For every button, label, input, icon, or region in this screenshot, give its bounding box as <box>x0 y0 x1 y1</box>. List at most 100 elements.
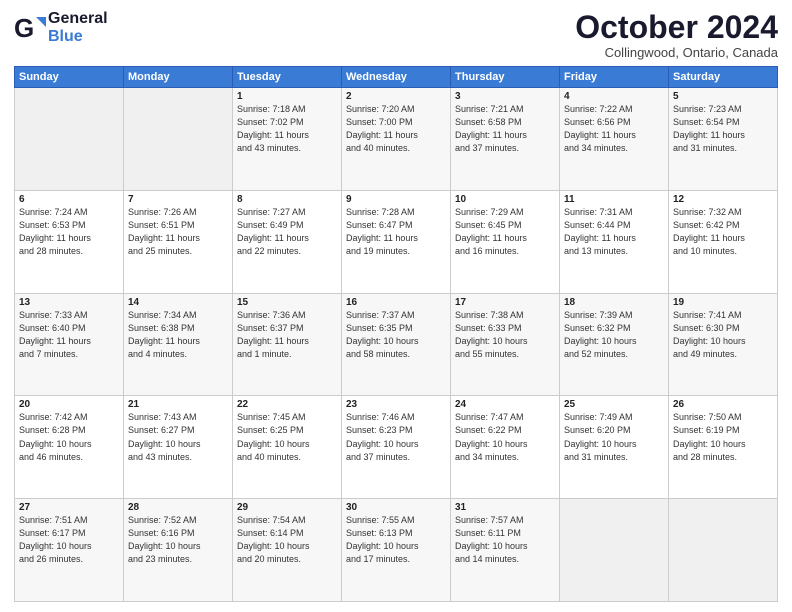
table-row: 2Sunrise: 7:20 AM Sunset: 7:00 PM Daylig… <box>342 88 451 191</box>
table-row: 24Sunrise: 7:47 AM Sunset: 6:22 PM Dayli… <box>451 396 560 499</box>
day-info: Sunrise: 7:39 AM Sunset: 6:32 PM Dayligh… <box>564 309 664 361</box>
day-number: 2 <box>346 91 446 102</box>
table-row: 8Sunrise: 7:27 AM Sunset: 6:49 PM Daylig… <box>233 190 342 293</box>
day-info: Sunrise: 7:28 AM Sunset: 6:47 PM Dayligh… <box>346 206 446 258</box>
col-saturday: Saturday <box>669 67 778 88</box>
title-block: October 2024 Collingwood, Ontario, Canad… <box>575 10 778 60</box>
day-info: Sunrise: 7:52 AM Sunset: 6:16 PM Dayligh… <box>128 514 228 566</box>
day-info: Sunrise: 7:41 AM Sunset: 6:30 PM Dayligh… <box>673 309 773 361</box>
table-row: 31Sunrise: 7:57 AM Sunset: 6:11 PM Dayli… <box>451 499 560 602</box>
day-number: 11 <box>564 194 664 205</box>
day-info: Sunrise: 7:18 AM Sunset: 7:02 PM Dayligh… <box>237 103 337 155</box>
day-number: 16 <box>346 297 446 308</box>
table-row: 23Sunrise: 7:46 AM Sunset: 6:23 PM Dayli… <box>342 396 451 499</box>
day-number: 21 <box>128 399 228 410</box>
day-info: Sunrise: 7:32 AM Sunset: 6:42 PM Dayligh… <box>673 206 773 258</box>
calendar-week-3: 13Sunrise: 7:33 AM Sunset: 6:40 PM Dayli… <box>15 293 778 396</box>
table-row: 17Sunrise: 7:38 AM Sunset: 6:33 PM Dayli… <box>451 293 560 396</box>
day-number: 22 <box>237 399 337 410</box>
day-info: Sunrise: 7:34 AM Sunset: 6:38 PM Dayligh… <box>128 309 228 361</box>
day-info: Sunrise: 7:47 AM Sunset: 6:22 PM Dayligh… <box>455 411 555 463</box>
month-title: October 2024 <box>575 10 778 45</box>
table-row: 11Sunrise: 7:31 AM Sunset: 6:44 PM Dayli… <box>560 190 669 293</box>
day-number: 5 <box>673 91 773 102</box>
table-row: 5Sunrise: 7:23 AM Sunset: 6:54 PM Daylig… <box>669 88 778 191</box>
day-number: 20 <box>19 399 119 410</box>
logo: G General Blue <box>14 10 108 45</box>
day-number: 17 <box>455 297 555 308</box>
table-row: 18Sunrise: 7:39 AM Sunset: 6:32 PM Dayli… <box>560 293 669 396</box>
table-row <box>15 88 124 191</box>
col-friday: Friday <box>560 67 669 88</box>
table-row: 19Sunrise: 7:41 AM Sunset: 6:30 PM Dayli… <box>669 293 778 396</box>
col-wednesday: Wednesday <box>342 67 451 88</box>
table-row: 26Sunrise: 7:50 AM Sunset: 6:19 PM Dayli… <box>669 396 778 499</box>
day-number: 18 <box>564 297 664 308</box>
day-number: 1 <box>237 91 337 102</box>
day-info: Sunrise: 7:23 AM Sunset: 6:54 PM Dayligh… <box>673 103 773 155</box>
calendar-week-1: 1Sunrise: 7:18 AM Sunset: 7:02 PM Daylig… <box>15 88 778 191</box>
day-info: Sunrise: 7:51 AM Sunset: 6:17 PM Dayligh… <box>19 514 119 566</box>
table-row: 4Sunrise: 7:22 AM Sunset: 6:56 PM Daylig… <box>560 88 669 191</box>
table-row: 13Sunrise: 7:33 AM Sunset: 6:40 PM Dayli… <box>15 293 124 396</box>
day-info: Sunrise: 7:43 AM Sunset: 6:27 PM Dayligh… <box>128 411 228 463</box>
page: G General Blue October 2024 Collingwood,… <box>0 0 792 612</box>
table-row: 21Sunrise: 7:43 AM Sunset: 6:27 PM Dayli… <box>124 396 233 499</box>
day-number: 13 <box>19 297 119 308</box>
table-row: 7Sunrise: 7:26 AM Sunset: 6:51 PM Daylig… <box>124 190 233 293</box>
table-row: 28Sunrise: 7:52 AM Sunset: 6:16 PM Dayli… <box>124 499 233 602</box>
table-row <box>560 499 669 602</box>
day-info: Sunrise: 7:50 AM Sunset: 6:19 PM Dayligh… <box>673 411 773 463</box>
table-row: 29Sunrise: 7:54 AM Sunset: 6:14 PM Dayli… <box>233 499 342 602</box>
col-sunday: Sunday <box>15 67 124 88</box>
day-number: 31 <box>455 502 555 513</box>
table-row: 12Sunrise: 7:32 AM Sunset: 6:42 PM Dayli… <box>669 190 778 293</box>
day-number: 14 <box>128 297 228 308</box>
calendar-week-5: 27Sunrise: 7:51 AM Sunset: 6:17 PM Dayli… <box>15 499 778 602</box>
day-number: 23 <box>346 399 446 410</box>
day-number: 28 <box>128 502 228 513</box>
day-number: 8 <box>237 194 337 205</box>
table-row: 16Sunrise: 7:37 AM Sunset: 6:35 PM Dayli… <box>342 293 451 396</box>
day-info: Sunrise: 7:45 AM Sunset: 6:25 PM Dayligh… <box>237 411 337 463</box>
header: G General Blue October 2024 Collingwood,… <box>14 10 778 60</box>
day-info: Sunrise: 7:26 AM Sunset: 6:51 PM Dayligh… <box>128 206 228 258</box>
day-info: Sunrise: 7:42 AM Sunset: 6:28 PM Dayligh… <box>19 411 119 463</box>
svg-text:G: G <box>14 13 34 43</box>
day-info: Sunrise: 7:24 AM Sunset: 6:53 PM Dayligh… <box>19 206 119 258</box>
table-row: 27Sunrise: 7:51 AM Sunset: 6:17 PM Dayli… <box>15 499 124 602</box>
day-info: Sunrise: 7:49 AM Sunset: 6:20 PM Dayligh… <box>564 411 664 463</box>
col-tuesday: Tuesday <box>233 67 342 88</box>
day-number: 3 <box>455 91 555 102</box>
day-info: Sunrise: 7:36 AM Sunset: 6:37 PM Dayligh… <box>237 309 337 361</box>
day-number: 15 <box>237 297 337 308</box>
day-info: Sunrise: 7:27 AM Sunset: 6:49 PM Dayligh… <box>237 206 337 258</box>
day-number: 4 <box>564 91 664 102</box>
table-row: 1Sunrise: 7:18 AM Sunset: 7:02 PM Daylig… <box>233 88 342 191</box>
table-row: 9Sunrise: 7:28 AM Sunset: 6:47 PM Daylig… <box>342 190 451 293</box>
day-number: 7 <box>128 194 228 205</box>
day-info: Sunrise: 7:31 AM Sunset: 6:44 PM Dayligh… <box>564 206 664 258</box>
subtitle: Collingwood, Ontario, Canada <box>575 45 778 60</box>
calendar-week-4: 20Sunrise: 7:42 AM Sunset: 6:28 PM Dayli… <box>15 396 778 499</box>
table-row: 10Sunrise: 7:29 AM Sunset: 6:45 PM Dayli… <box>451 190 560 293</box>
day-number: 19 <box>673 297 773 308</box>
day-info: Sunrise: 7:20 AM Sunset: 7:00 PM Dayligh… <box>346 103 446 155</box>
table-row: 25Sunrise: 7:49 AM Sunset: 6:20 PM Dayli… <box>560 396 669 499</box>
table-row: 14Sunrise: 7:34 AM Sunset: 6:38 PM Dayli… <box>124 293 233 396</box>
table-row: 6Sunrise: 7:24 AM Sunset: 6:53 PM Daylig… <box>15 190 124 293</box>
logo-icon: G <box>14 11 48 45</box>
day-number: 6 <box>19 194 119 205</box>
calendar-table: Sunday Monday Tuesday Wednesday Thursday… <box>14 66 778 602</box>
day-info: Sunrise: 7:37 AM Sunset: 6:35 PM Dayligh… <box>346 309 446 361</box>
calendar-header-row: Sunday Monday Tuesday Wednesday Thursday… <box>15 67 778 88</box>
day-number: 10 <box>455 194 555 205</box>
col-thursday: Thursday <box>451 67 560 88</box>
day-info: Sunrise: 7:21 AM Sunset: 6:58 PM Dayligh… <box>455 103 555 155</box>
day-number: 24 <box>455 399 555 410</box>
day-info: Sunrise: 7:54 AM Sunset: 6:14 PM Dayligh… <box>237 514 337 566</box>
logo-blue: Blue <box>48 28 108 46</box>
day-info: Sunrise: 7:22 AM Sunset: 6:56 PM Dayligh… <box>564 103 664 155</box>
table-row: 3Sunrise: 7:21 AM Sunset: 6:58 PM Daylig… <box>451 88 560 191</box>
day-number: 30 <box>346 502 446 513</box>
